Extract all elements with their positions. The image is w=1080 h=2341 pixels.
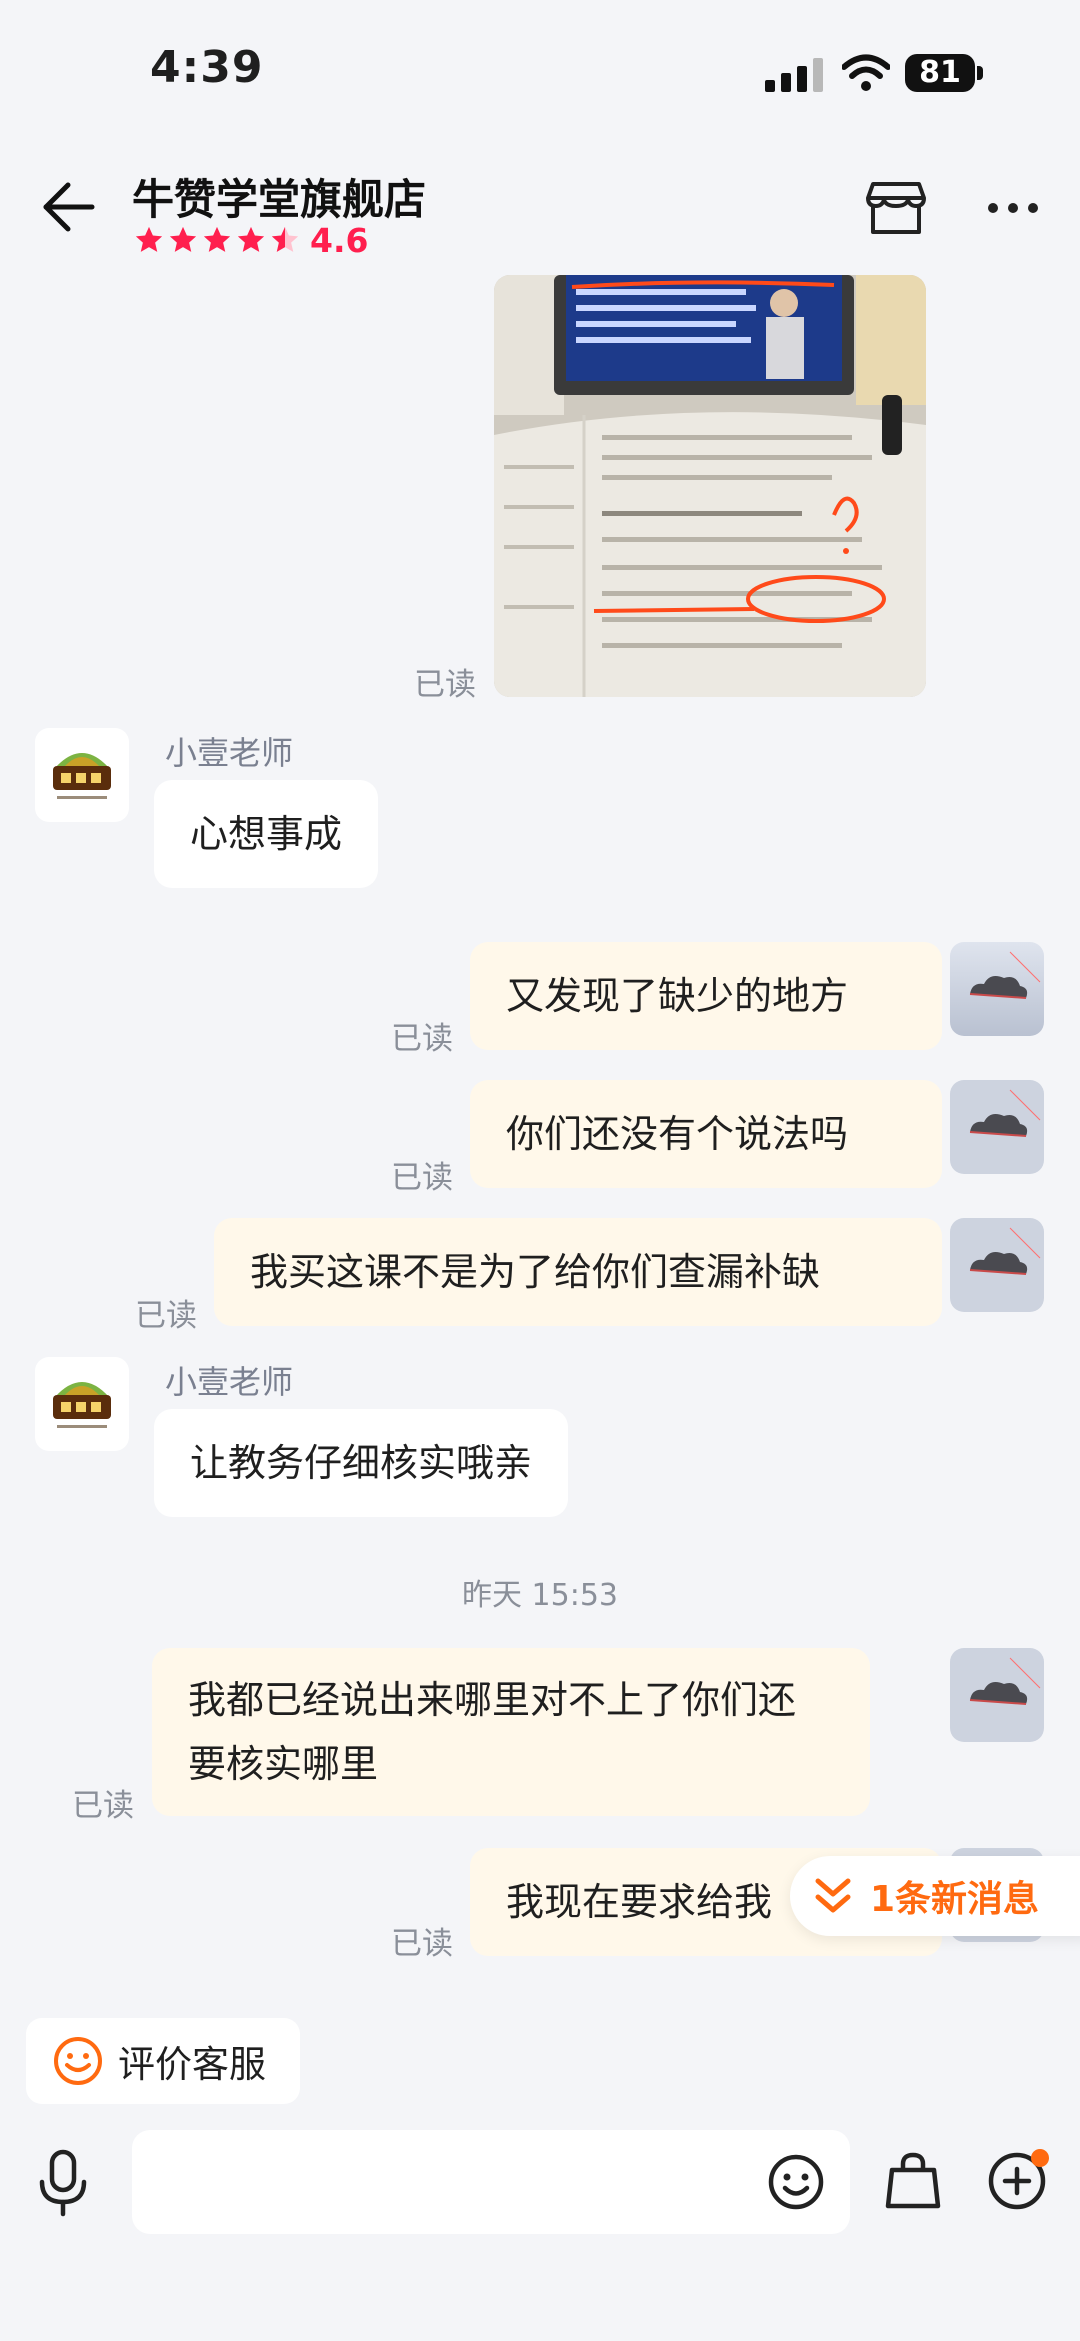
read-receipt: 已读 <box>391 1160 453 1196</box>
wifi-icon <box>842 54 890 91</box>
more-icon[interactable] <box>985 198 1041 218</box>
status-time: 4:39 <box>150 42 264 93</box>
emoji-icon[interactable] <box>766 2152 826 2212</box>
new-messages-label: 1条新消息 <box>870 1879 1040 1920</box>
user-avatar[interactable] <box>950 1218 1044 1312</box>
rate-service-button[interactable]: 评价客服 <box>26 2018 300 2104</box>
user-avatar[interactable] <box>950 942 1044 1036</box>
signal-icon <box>765 58 823 92</box>
star-icon <box>169 226 197 252</box>
read-receipt: 已读 <box>135 1298 197 1334</box>
star-icon <box>135 226 163 252</box>
rating-value: 4.6 <box>310 220 369 260</box>
shop-name[interactable]: 牛赞学堂旗舰店 <box>132 166 426 227</box>
rate-service-label: 评价客服 <box>118 2043 266 2086</box>
read-receipt: 已读 <box>391 1021 453 1057</box>
user-avatar[interactable] <box>950 1080 1044 1174</box>
sender-name: 小壹老师 <box>165 1363 294 1401</box>
sender-name: 小壹老师 <box>165 734 294 772</box>
shop-rating: 4.6 <box>134 220 368 260</box>
message-line: 要核实哪里 <box>188 1742 379 1786</box>
message-line: 我都已经说出来哪里对不上了你们还 <box>188 1678 797 1722</box>
battery-level: 81 <box>905 54 975 92</box>
message-bubble-out[interactable]: 我都已经说出来哪里对不上了你们还 要核实哪里 <box>152 1648 870 1816</box>
smile-icon <box>54 2037 102 2085</box>
half-star-icon <box>271 226 299 252</box>
add-icon[interactable] <box>986 2146 1052 2212</box>
star-icon <box>237 226 265 252</box>
star-icon <box>203 226 231 252</box>
microphone-icon[interactable] <box>36 2148 90 2218</box>
double-chevron-down-icon <box>815 1878 851 1913</box>
message-timestamp: 昨天 15:53 <box>462 1578 618 1613</box>
message-bubble-out[interactable]: 你们还没有个说法吗 <box>470 1080 942 1188</box>
message-input[interactable] <box>132 2130 850 2234</box>
store-icon[interactable] <box>865 180 927 238</box>
shop-avatar[interactable] <box>35 1357 129 1451</box>
message-bubble-out[interactable]: 我买这课不是为了给你们查漏补缺 <box>214 1218 942 1326</box>
read-receipt: 已读 <box>72 1788 134 1824</box>
message-bubble-in[interactable]: 让教务仔细核实哦亲 <box>154 1409 569 1517</box>
user-avatar[interactable] <box>950 1648 1044 1742</box>
shop-avatar[interactable] <box>35 728 129 822</box>
read-receipt: 已读 <box>414 667 476 703</box>
battery-indicator: 81 <box>905 54 983 92</box>
message-bubble-in[interactable]: 心想事成 <box>154 780 379 888</box>
new-messages-button[interactable]: 1条新消息 <box>790 1856 1080 1936</box>
sent-photo[interactable] <box>494 275 926 697</box>
back-arrow-icon[interactable] <box>38 180 98 234</box>
message-bubble-out[interactable]: 又发现了缺少的地方 <box>470 942 942 1050</box>
read-receipt: 已读 <box>391 1926 453 1962</box>
shopping-bag-icon[interactable] <box>884 2150 942 2212</box>
